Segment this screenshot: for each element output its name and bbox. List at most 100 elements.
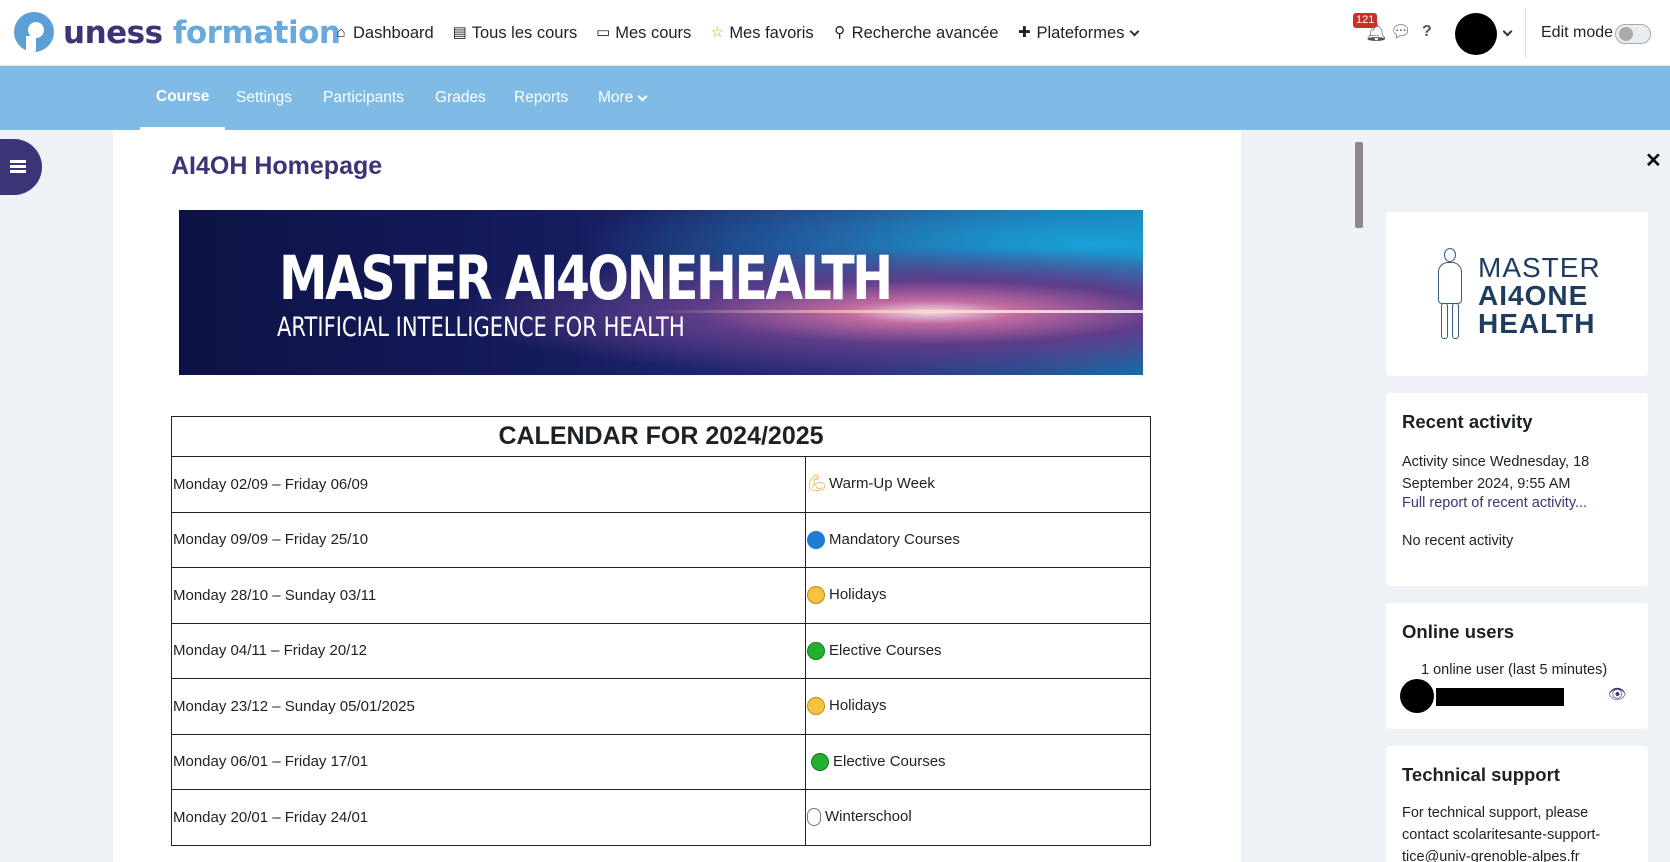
site-logo[interactable]: uness formation [14, 12, 341, 54]
magnifier-icon: ⚲ [834, 24, 846, 41]
calendar-event-label: Winterschool [825, 808, 912, 826]
table-row: Monday 04/11 – Friday 20/12 Elective Cou… [171, 622, 1151, 679]
chat-icon[interactable]: 💬︎ [1390, 22, 1412, 42]
calendar-dates: Monday 23/12 – Sunday 05/01/2025 [171, 678, 806, 735]
nav-my-courses[interactable]: ▭ Mes cours [594, 24, 691, 43]
nav-favorites[interactable]: ☆ Mes favoris [708, 23, 814, 43]
help-icon[interactable]: ? [1422, 23, 1432, 41]
master-logo-block: MASTER AI4ONE HEALTH [1386, 212, 1648, 376]
table-row: Monday 28/10 – Sunday 03/11 Holidays [171, 567, 1151, 624]
nav-dashboard-label: Dashboard [353, 23, 434, 42]
nav-all-courses-label: Tous les cours [471, 23, 578, 42]
plus-icon: ✚ [1018, 24, 1031, 41]
tab-reports[interactable]: Reports [498, 66, 584, 130]
tab-course[interactable]: Course [140, 66, 226, 130]
calendar-event: Holidays [805, 678, 1151, 735]
course-secondary-nav: Course Settings Participants Grades Repo… [0, 66, 1670, 130]
calendar-dates: Monday 09/09 – Friday 25/10 [171, 511, 806, 568]
edit-mode-label: Edit mode [1541, 24, 1614, 41]
tab-settings[interactable]: Settings [220, 66, 308, 130]
full-report-link[interactable]: Full report of recent activity... [1402, 495, 1587, 511]
calendar-event: Elective Courses [805, 733, 1151, 790]
nav-advanced-search-label: Recherche avancée [851, 23, 999, 42]
avatar[interactable] [1400, 679, 1434, 713]
divider [1525, 8, 1526, 58]
snowman-icon [807, 808, 821, 827]
calendar-dates: Monday 04/11 – Friday 20/12 [171, 622, 806, 679]
calendar-event: 💪︎ Warm-Up Week [805, 456, 1151, 513]
table-row: Monday 02/09 – Friday 06/09 💪︎ Warm-Up We… [171, 456, 1151, 513]
user-avatar[interactable] [1455, 13, 1497, 55]
online-user-name-redacted[interactable] [1436, 688, 1564, 706]
technical-support-block: Technical support For technical support,… [1386, 746, 1648, 862]
calendar-heading: CALENDAR FOR 2024/2025 [171, 416, 1151, 457]
tab-grades[interactable]: Grades [419, 66, 502, 130]
main-content: AI4OH Homepage MASTER AI4ONEHEALTH ARTIF… [113, 130, 1241, 862]
recent-activity-block: Recent activity Activity since Wednesday… [1386, 393, 1648, 586]
logo-line3: HEALTH [1478, 308, 1596, 339]
brand-name: uness formation [63, 15, 341, 51]
calendar-event-label: Holidays [829, 586, 887, 604]
chevron-down-icon [1130, 26, 1140, 36]
online-users-title: Online users [1402, 621, 1515, 642]
edit-mode-toggle[interactable] [1615, 24, 1651, 44]
calendar-event-label: Holidays [829, 697, 887, 715]
human-figure-icon [1430, 248, 1470, 340]
online-users-block: Online users 1 online user (last 5 minut… [1386, 603, 1648, 729]
close-drawer-icon[interactable]: ✕ [1645, 148, 1662, 173]
technical-support-text: For technical support, please contact sc… [1402, 805, 1601, 862]
calendar-dates: Monday 20/01 – Friday 24/01 [171, 789, 806, 846]
logo-icon [14, 12, 54, 54]
no-recent-activity: No recent activity [1402, 533, 1514, 549]
top-navbar: uness formation ⌂ Dashboard ▤ Tous les c… [0, 0, 1670, 66]
main-navigation: ⌂ Dashboard ▤ Tous les cours ▭ Mes cours… [332, 0, 1155, 66]
banner-subtitle: ARTIFICIAL INTELLIGENCE FOR HEALTH [277, 312, 685, 343]
calendar-event-label: Warm-Up Week [829, 475, 935, 493]
nav-all-courses[interactable]: ▤ Tous les cours [451, 23, 578, 43]
banner-title: MASTER AI4ONEHEALTH [279, 243, 893, 314]
page-scrollbar[interactable] [1355, 142, 1363, 228]
eye-icon[interactable]: 👁︎ [1608, 685, 1627, 703]
calendar-event: Winterschool [805, 789, 1151, 846]
calendar-dates: Monday 06/01 – Friday 17/01 [171, 733, 806, 790]
calendar-dates: Monday 28/10 – Sunday 03/11 [171, 567, 806, 624]
nav-my-courses-label: Mes cours [615, 23, 692, 42]
course-banner-image: MASTER AI4ONEHEALTH ARTIFICIAL INTELLIGE… [179, 210, 1143, 375]
calendar-event: Holidays [805, 567, 1151, 624]
chevron-down-icon[interactable] [1502, 26, 1513, 37]
green-circle-icon [811, 752, 829, 771]
table-row: Monday 09/09 – Friday 25/10 Mandatory Co… [171, 511, 1151, 568]
calendar-event: Mandatory Courses [805, 511, 1151, 568]
brand-part1: uness [63, 15, 163, 51]
recent-activity-title: Recent activity [1402, 411, 1533, 432]
books-icon: ▤ [452, 24, 467, 41]
calendar-event-label: Mandatory Courses [829, 530, 960, 548]
calendar-event-label: Elective Courses [833, 752, 946, 770]
muscle-icon: 💪︎ [807, 475, 828, 493]
list-icon [10, 160, 26, 175]
table-row: Monday 20/01 – Friday 24/01 Winterschool [171, 789, 1151, 846]
course-index-toggle[interactable] [0, 139, 42, 195]
chevron-down-icon [637, 91, 648, 102]
tab-more-label: More [598, 89, 634, 106]
nav-platforms[interactable]: ✚ Plateformes [1015, 24, 1140, 43]
calendar-event-label: Elective Courses [829, 641, 942, 659]
nav-advanced-search[interactable]: ⚲ Recherche avancée [831, 23, 999, 43]
sleeping-face-icon [807, 586, 825, 605]
technical-support-title: Technical support [1402, 764, 1560, 785]
calendar-table: CALENDAR FOR 2024/2025 Monday 02/09 – Fr… [171, 416, 1151, 846]
book-icon: ▭ [596, 24, 611, 41]
table-row: Monday 06/01 – Friday 17/01 Elective Cou… [171, 733, 1151, 790]
blue-circle-icon [807, 530, 825, 549]
online-user-count: 1 online user (last 5 minutes) [1421, 662, 1608, 678]
sleeping-face-icon [807, 697, 825, 716]
recent-activity-since: Activity since Wednesday, 18 September 2… [1402, 454, 1590, 492]
nav-favorites-label: Mes favoris [729, 23, 814, 42]
calendar-event: Elective Courses [805, 622, 1151, 679]
calendar-dates: Monday 02/09 – Friday 06/09 [171, 456, 806, 513]
tab-participants[interactable]: Participants [307, 66, 420, 130]
nav-dashboard[interactable]: ⌂ Dashboard [332, 23, 434, 43]
brand-part2: formation [172, 15, 341, 51]
tab-more[interactable]: More [582, 66, 662, 130]
star-icon: ☆ [710, 24, 725, 41]
